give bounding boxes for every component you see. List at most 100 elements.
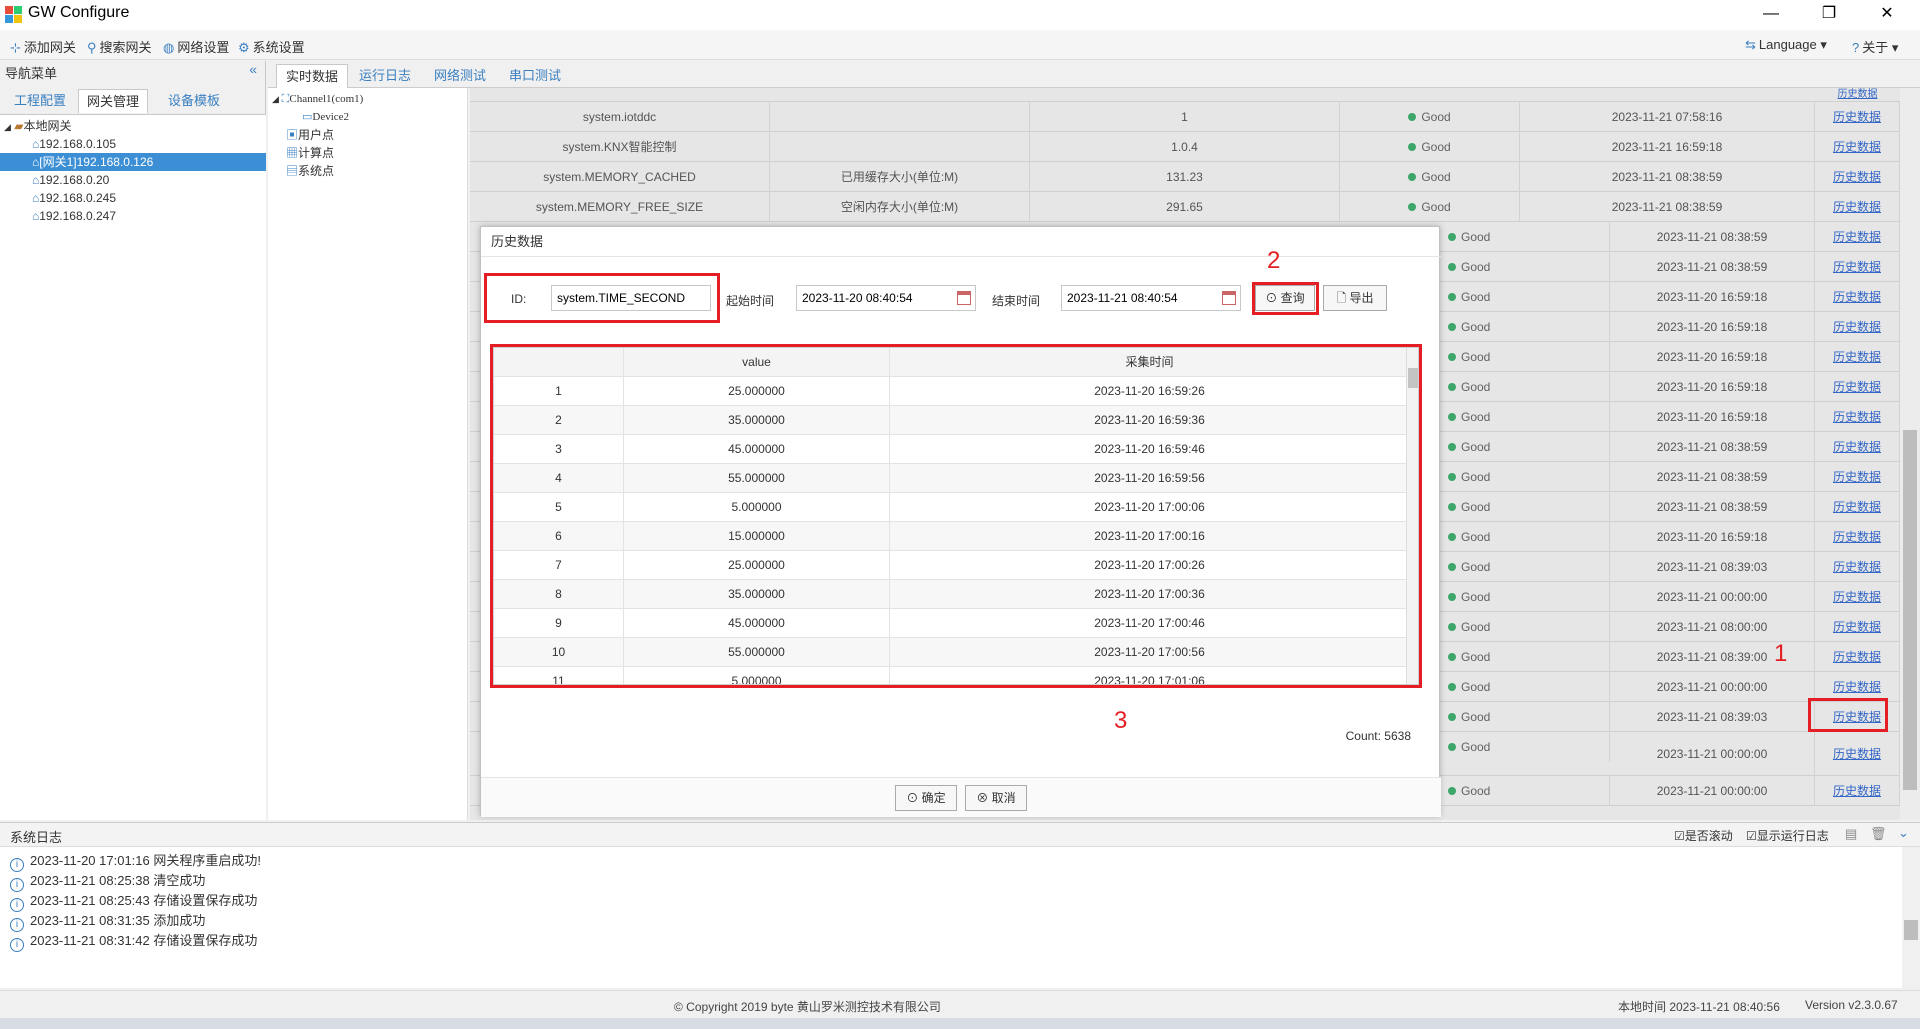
annotation-number-1: 1 (1774, 640, 1788, 667)
tree-item-selected[interactable]: ⌂[网关1]192.168.0.126 (0, 153, 266, 171)
history-dialog: 历史数据 ID: system.TIME_SECOND 起始时间 2023-11… (480, 226, 1441, 817)
info-icon: i (10, 898, 24, 912)
tab-network-test[interactable]: 网络测试 (425, 64, 495, 88)
auto-scroll-checkbox[interactable]: ☑是否滚动 (1674, 827, 1733, 844)
annotation-box-query (1252, 282, 1319, 315)
close-button[interactable]: ✕ (1858, 0, 1916, 30)
gear-icon: ⚙ (238, 40, 250, 55)
calendar-icon[interactable] (957, 291, 971, 305)
info-icon: i (10, 878, 24, 892)
title-bar: GW Configure — ❐ ✕ (0, 0, 1920, 30)
grid-scrollbar-thumb[interactable] (1903, 430, 1917, 790)
tree-item[interactable]: ⌂192.168.0.245 (32, 189, 116, 207)
log-entry: i 2023-11-21 08:31:35 添加成功 (10, 911, 205, 932)
system-points-node[interactable]: ▤系统点 (286, 162, 334, 180)
export-button[interactable]: 🗋 导出 (1323, 285, 1387, 311)
dialog-footer: ⊙ 确定 ⊗ 取消 (481, 777, 1441, 817)
monitor-icon: ▤ (286, 164, 299, 178)
minimize-button[interactable]: — (1742, 0, 1800, 30)
record-count: Count: 5638 (1345, 729, 1411, 743)
nav-panel: 导航菜单 « 工程配置 网关管理 设备模板 ◢ ▰本地网关 ⌂192.168.0… (0, 61, 266, 820)
end-time-label: 结束时间 (992, 294, 1041, 308)
window-title: GW Configure (28, 4, 130, 21)
chevron-down-icon: ▾ (1820, 37, 1827, 52)
cancel-button[interactable]: ⊗ 取消 (965, 785, 1027, 811)
log-scrollbar[interactable] (1902, 847, 1920, 989)
copyright-text: © Copyright 2019 byte 黄山罗米测控技术有限公司 (674, 1000, 941, 1014)
chevron-down-icon: ▾ (1891, 40, 1899, 55)
nav-header: 导航菜单 (5, 66, 58, 81)
user-points-node[interactable]: ▣用户点 (286, 126, 334, 144)
expand-icon: ◢ (4, 122, 11, 132)
log-title: 系统日志 (10, 830, 63, 845)
collapse-down-icon[interactable]: ⌄ (1898, 825, 1909, 841)
tree-item[interactable]: ⌂192.168.0.105 (32, 135, 116, 153)
tab-run-log[interactable]: 运行日志 (350, 64, 420, 88)
calendar-icon[interactable] (1222, 291, 1236, 305)
device-node[interactable]: ▭Device2 (302, 108, 349, 126)
close-circle-icon: ⊗ (976, 791, 989, 805)
show-run-log-checkbox[interactable]: ☑显示运行日志 (1746, 827, 1829, 844)
main-tabs: 实时数据 运行日志 网络测试 串口测试 (268, 61, 1920, 88)
end-time-input[interactable]: 2023-11-21 08:40:54 (1061, 285, 1241, 311)
ok-button[interactable]: ⊙ 确定 (895, 785, 957, 811)
annotation-box-id (484, 273, 720, 323)
about-dropdown[interactable]: ? 关于 ▾ (1852, 37, 1898, 56)
status-bar: © Copyright 2019 byte 黄山罗米测控技术有限公司 本地时间 … (0, 990, 1920, 1018)
info-icon: i (10, 918, 24, 932)
checkbox-checked-icon: ☑ (1746, 829, 1757, 843)
annotation-box-table (490, 344, 1422, 688)
log-header: 系统日志 ☑是否滚动 ☑显示运行日志 ▤ 🗑 ⌄ (0, 823, 1920, 847)
checkbox-checked-icon: ☑ (1674, 829, 1685, 843)
info-icon: i (10, 938, 24, 952)
tree-item[interactable]: ⌂192.168.0.20 (32, 171, 109, 189)
add-gateway-button[interactable]: ⊹ 添加网关 (10, 37, 76, 56)
app-logo-icon (5, 6, 23, 24)
tab-device-templates[interactable]: 设备模板 (160, 89, 228, 113)
version-text: Version v2.3.0.67 (1805, 998, 1898, 1012)
export-file-icon: 🗋 (1336, 291, 1347, 305)
expand-icon: ◢ (272, 94, 279, 104)
local-time: 本地时间 2023-11-21 08:40:56 (1618, 1000, 1780, 1014)
annotation-number-3: 3 (1114, 707, 1128, 734)
tab-serial-test[interactable]: 串口测试 (500, 64, 570, 88)
info-icon: i (10, 858, 24, 872)
search-icon: ⚲ (87, 40, 97, 55)
annotation-number-2: 2 (1267, 247, 1281, 274)
add-icon: ⊹ (10, 40, 21, 55)
calc-points-icon: ▦ (286, 146, 299, 160)
log-entry: i 2023-11-20 17:01:16 网关程序重启成功! (10, 851, 261, 872)
log-entry: i 2023-11-21 08:31:42 存储设置保存成功 (10, 931, 257, 952)
gateway-stack-icon: ▰ (14, 119, 24, 133)
channel-tree: ◢ ⛶Channel1(com1) ▭Device2 ▣用户点 ▦计算点 ▤系统… (268, 88, 468, 820)
search-gateway-button[interactable]: ⚲ 搜索网关 (87, 37, 152, 56)
help-icon: ? (1852, 40, 1860, 55)
annotation-box-history-link (1808, 698, 1888, 732)
tree-root[interactable]: ◢ ▰本地网关 (4, 117, 72, 135)
channel-node[interactable]: ◢ ⛶Channel1(com1) (272, 90, 363, 108)
taskbar-edge (0, 1018, 1920, 1029)
tree-item[interactable]: ⌂192.168.0.247 (32, 207, 116, 225)
check-circle-icon: ⊙ (906, 791, 919, 805)
log-entry: i 2023-11-21 08:25:38 清空成功 (10, 871, 205, 892)
user-points-icon: ▣ (286, 128, 299, 142)
start-time-label: 起始时间 (726, 294, 775, 308)
collapse-icon[interactable]: « (249, 61, 257, 77)
restore-button[interactable]: ❐ (1800, 0, 1858, 30)
tab-realtime-data[interactable]: 实时数据 (276, 64, 349, 88)
tab-gateway-management[interactable]: 网关管理 (78, 89, 149, 113)
system-log-panel: 系统日志 ☑是否滚动 ☑显示运行日志 ▤ 🗑 ⌄ i 2023-11-20 17:… (0, 822, 1920, 989)
tab-project-config[interactable]: 工程配置 (6, 89, 74, 113)
toolbar: ⊹ 添加网关 ⚲ 搜索网关 ◍ 网络设置 ⚙ 系统设置 ⇆ Language ▾ ? 关于 … (0, 30, 1920, 60)
log-entry: i 2023-11-21 08:25:43 存储设置保存成功 (10, 891, 257, 912)
save-log-icon[interactable]: ▤ (1845, 826, 1857, 842)
calc-points-node[interactable]: ▦计算点 (286, 144, 334, 162)
trash-icon[interactable]: 🗑 (1870, 826, 1887, 842)
dialog-title: 历史数据 (481, 227, 1441, 257)
translate-icon: ⇆ (1745, 37, 1756, 52)
network-settings-button[interactable]: ◍ 网络设置 (163, 37, 229, 56)
language-dropdown[interactable]: ⇆ Language ▾ (1745, 37, 1827, 53)
start-time-input[interactable]: 2023-11-20 08:40:54 (796, 285, 976, 311)
log-scrollbar-thumb[interactable] (1904, 920, 1918, 940)
system-settings-button[interactable]: ⚙ 系统设置 (238, 37, 305, 56)
